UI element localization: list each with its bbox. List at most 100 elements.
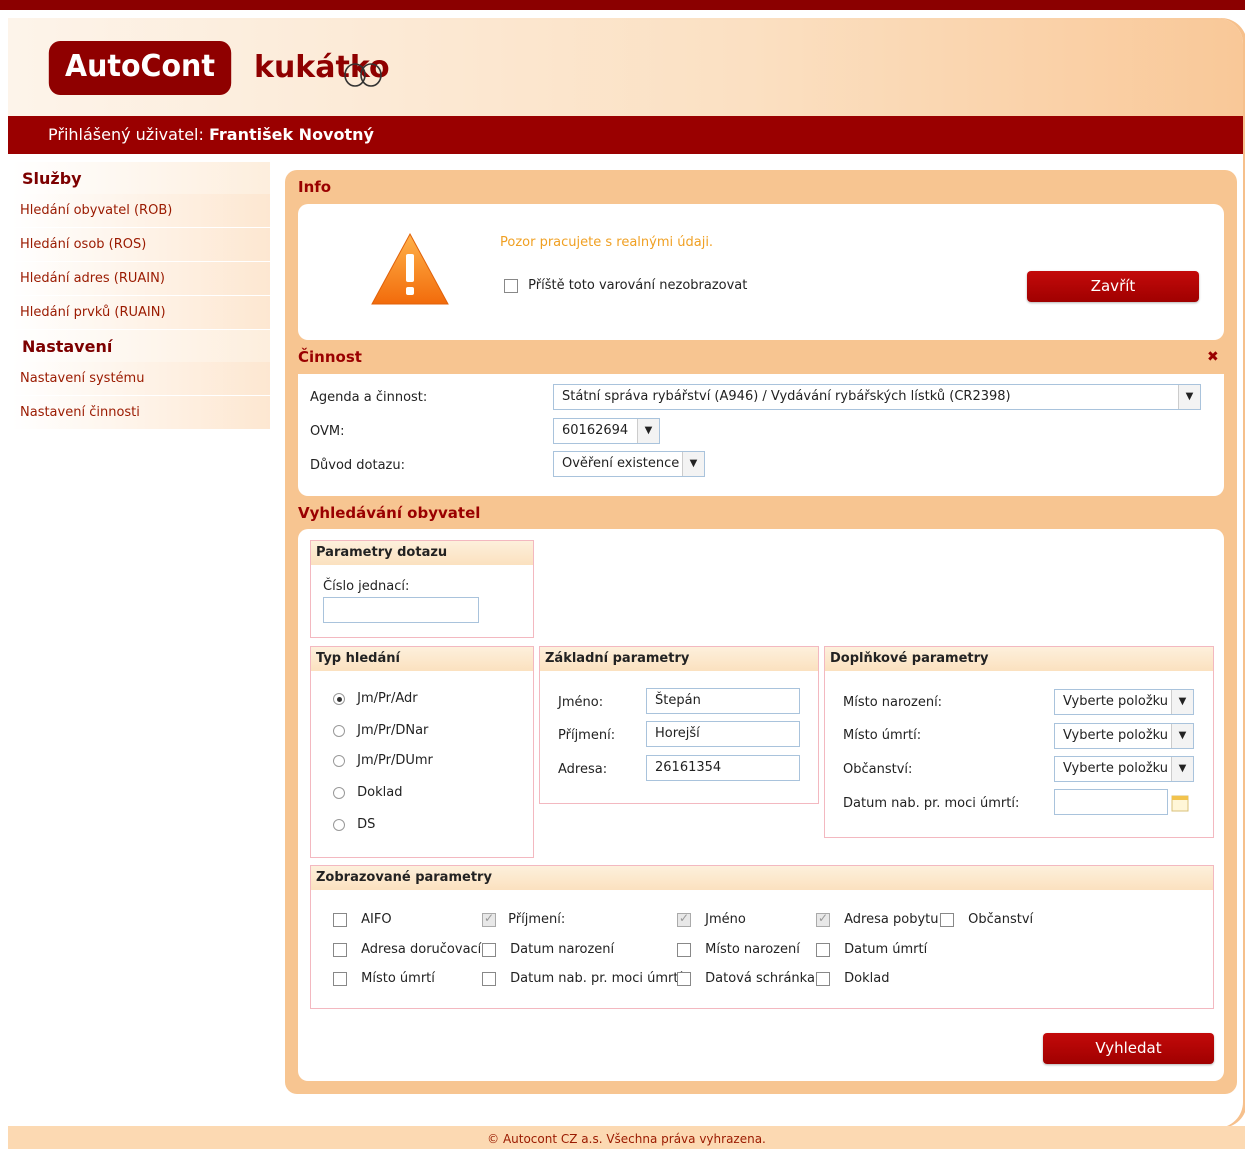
checkbox-icon bbox=[940, 912, 954, 927]
citizenship-value: Vyberte položku bbox=[1063, 761, 1169, 776]
shown-param-label: Doklad bbox=[844, 971, 890, 986]
death-date-label: Datum nab. pr. moci úmrtí: bbox=[843, 796, 1020, 811]
address-label: Adresa: bbox=[558, 762, 608, 777]
calendar-icon[interactable] bbox=[1171, 794, 1189, 812]
sidebar-item-ros[interactable]: Hledání osob (ROS) bbox=[12, 228, 270, 262]
search-type-option[interactable]: Doklad bbox=[333, 785, 402, 800]
shown-param-label: Datová schránka bbox=[705, 971, 815, 986]
shown-param-option[interactable]: Datum úmrtí bbox=[816, 942, 927, 957]
checkbox-icon bbox=[333, 942, 347, 957]
warning-text: Pozor pracujete s realnými údaji. bbox=[500, 235, 714, 250]
radio-icon bbox=[333, 754, 345, 767]
checkbox-icon bbox=[482, 971, 496, 986]
shown-param-option[interactable]: Místo narození bbox=[677, 942, 800, 957]
chevron-down-icon: ▼ bbox=[682, 452, 704, 476]
sidebar-item-system-settings[interactable]: Nastavení systému bbox=[12, 362, 270, 396]
birthplace-value: Vyberte položku bbox=[1063, 694, 1169, 709]
sidebar-services-title: Služby bbox=[12, 162, 270, 194]
checkbox-icon bbox=[333, 971, 347, 986]
sidebar-item-ruain-elements[interactable]: Hledání prvků (RUAIN) bbox=[12, 296, 270, 330]
user-label: Přihlášený uživatel: bbox=[48, 125, 204, 144]
shown-param-label: Datum narození bbox=[510, 942, 615, 957]
search-type-option[interactable]: Jm/Pr/Adr bbox=[333, 691, 418, 706]
sidebar-settings-title: Nastavení bbox=[12, 330, 270, 362]
shown-param-option[interactable]: Adresa pobytu bbox=[816, 911, 939, 927]
cinnost-panel: Agenda a činnost: Státní správa rybářstv… bbox=[298, 374, 1224, 496]
top-strip bbox=[0, 0, 1245, 10]
reason-value: Ověření existence bbox=[562, 456, 680, 471]
shown-param-label: Datum nab. pr. moci úmrtí bbox=[510, 971, 683, 986]
checkbox-icon bbox=[482, 911, 496, 927]
agenda-select[interactable]: Státní správa rybářství (A946) / Vydáván… bbox=[553, 384, 1201, 410]
sidebar: Služby Hledání obyvatel (ROB) Hledání os… bbox=[12, 162, 270, 430]
death-date-input[interactable] bbox=[1054, 789, 1168, 815]
surname-input[interactable]: Horejší bbox=[646, 721, 800, 747]
shown-param-label: Místo narození bbox=[705, 942, 800, 957]
checkbox-icon bbox=[333, 912, 347, 927]
search-type-label: Jm/Pr/DUmr bbox=[357, 753, 433, 768]
shown-param-option[interactable]: Jméno bbox=[677, 911, 746, 927]
header: AutoCont kukátko bbox=[8, 18, 1243, 116]
search-title: Vyhledávání obyvatel bbox=[298, 504, 481, 522]
shown-param-option[interactable]: Občanství bbox=[940, 912, 1033, 927]
chevron-down-icon: ▼ bbox=[637, 419, 659, 443]
basic-params-title: Základní parametry bbox=[540, 647, 818, 671]
search-type-label: Doklad bbox=[357, 785, 403, 800]
birthplace-label: Místo narození: bbox=[843, 695, 943, 710]
deathplace-select[interactable]: Vyberte položku ▼ bbox=[1054, 723, 1194, 749]
dont-show-checkbox[interactable] bbox=[504, 278, 518, 293]
ovm-label: OVM: bbox=[310, 424, 345, 439]
search-type-option[interactable]: Jm/Pr/DUmr bbox=[333, 753, 433, 768]
citizenship-label: Občanství: bbox=[843, 762, 913, 777]
search-type-option[interactable]: DS bbox=[333, 817, 375, 832]
shown-param-option[interactable]: Místo úmrtí bbox=[333, 971, 435, 986]
sidebar-item-rob[interactable]: Hledání obyvatel (ROB) bbox=[12, 194, 270, 228]
close-info-button[interactable]: Zavřít bbox=[1027, 271, 1199, 302]
shown-param-option[interactable]: Datum narození bbox=[482, 942, 614, 957]
autocont-logo[interactable]: AutoCont bbox=[48, 41, 232, 95]
shown-param-label: Příjmení: bbox=[508, 912, 566, 927]
chevron-down-icon: ▼ bbox=[1171, 757, 1193, 781]
shown-param-option[interactable]: AIFO bbox=[333, 912, 392, 927]
user-name: František Novotný bbox=[208, 125, 374, 144]
deathplace-label: Místo úmrtí: bbox=[843, 728, 922, 743]
shown-param-option[interactable]: Adresa doručovací bbox=[333, 942, 481, 957]
ref-number-input[interactable] bbox=[323, 597, 479, 623]
search-panel: Parametry dotazu Číslo jednací: Typ hled… bbox=[298, 529, 1224, 1081]
search-type-option[interactable]: Jm/Pr/DNar bbox=[333, 723, 428, 738]
warning-icon bbox=[371, 232, 449, 305]
checkbox-icon bbox=[677, 942, 691, 957]
shown-param-label: Občanství bbox=[968, 912, 1034, 927]
close-cinnost-icon[interactable]: ✖ bbox=[1207, 349, 1219, 365]
query-params-title: Parametry dotazu bbox=[311, 541, 533, 565]
extra-params-title: Doplňkové parametry bbox=[825, 647, 1213, 671]
info-title: Info bbox=[298, 178, 332, 196]
shown-param-option[interactable]: Datová schránka bbox=[677, 971, 815, 986]
shown-param-label: Místo úmrtí bbox=[361, 971, 435, 986]
chevron-down-icon: ▼ bbox=[1171, 724, 1193, 748]
deathplace-value: Vyberte položku bbox=[1063, 728, 1169, 743]
main-panel: Info Pozor pracujete s realnými údaji. P… bbox=[285, 170, 1237, 1094]
search-type-label: Jm/Pr/DNar bbox=[357, 723, 429, 738]
sidebar-item-activity-settings[interactable]: Nastavení činnosti bbox=[12, 396, 270, 430]
query-params-box: Parametry dotazu Číslo jednací: bbox=[310, 540, 534, 638]
shown-param-label: AIFO bbox=[361, 912, 392, 927]
sidebar-item-ruain-addresses[interactable]: Hledání adres (RUAIN) bbox=[12, 262, 270, 296]
shown-param-label: Adresa pobytu bbox=[844, 912, 939, 927]
shown-param-option[interactable]: Příjmení: bbox=[482, 911, 566, 927]
binoculars-icon bbox=[344, 63, 382, 87]
reason-select[interactable]: Ověření existence ▼ bbox=[553, 451, 705, 477]
search-button[interactable]: Vyhledat bbox=[1043, 1033, 1214, 1064]
citizenship-select[interactable]: Vyberte položku ▼ bbox=[1054, 756, 1194, 782]
address-input[interactable]: 26161354 bbox=[646, 755, 800, 781]
first-name-label: Jméno: bbox=[558, 695, 604, 710]
ovm-select[interactable]: 60162694 ▼ bbox=[553, 418, 660, 444]
shown-param-option[interactable]: Datum nab. pr. moci úmrtí bbox=[482, 971, 682, 986]
surname-label: Příjmení: bbox=[558, 728, 616, 743]
shown-param-option[interactable]: Doklad bbox=[816, 971, 889, 986]
birthplace-select[interactable]: Vyberte položku ▼ bbox=[1054, 689, 1194, 715]
extra-params-box: Doplňkové parametry Místo narození: Vybe… bbox=[824, 646, 1214, 838]
basic-params-box: Základní parametry Jméno: Štepán Příjmen… bbox=[539, 646, 819, 804]
first-name-input[interactable]: Štepán bbox=[646, 688, 800, 714]
cinnost-title: Činnost bbox=[298, 348, 362, 366]
